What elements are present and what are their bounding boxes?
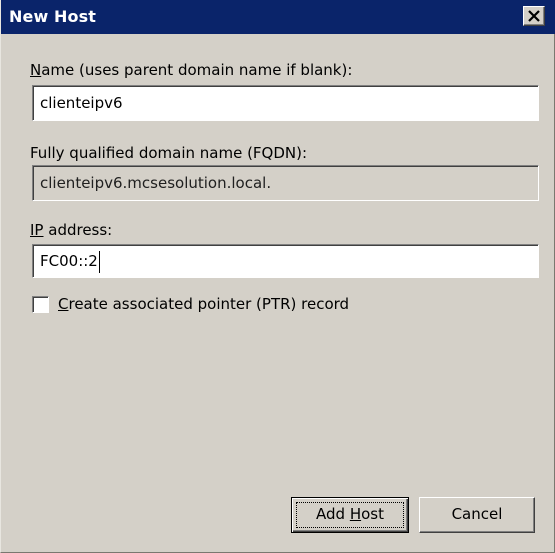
new-host-dialog: New Host Name (uses parent domain name i… [0,0,555,553]
ptr-record-label[interactable]: Create associated pointer (PTR) record [58,295,349,313]
fqdn-label: Fully qualified domain name (FQDN): [30,144,308,162]
dialog-title: New Host [9,7,96,26]
cancel-button[interactable]: Cancel [419,497,535,533]
close-icon [528,10,540,22]
ip-address-label: IP address: [30,221,113,239]
text-cursor [98,250,100,273]
fqdn-field: clienteipv6.mcsesolution.local. [32,165,539,201]
ptr-record-checkbox[interactable] [32,296,49,313]
name-input[interactable]: clienteipv6 [32,85,539,121]
close-button[interactable] [523,6,545,26]
title-bar[interactable]: New Host [1,0,555,34]
add-host-button[interactable]: Add Host [291,497,409,533]
name-label: Name (uses parent domain name if blank): [30,61,353,79]
ip-address-input[interactable]: FC00::2 [32,244,539,278]
